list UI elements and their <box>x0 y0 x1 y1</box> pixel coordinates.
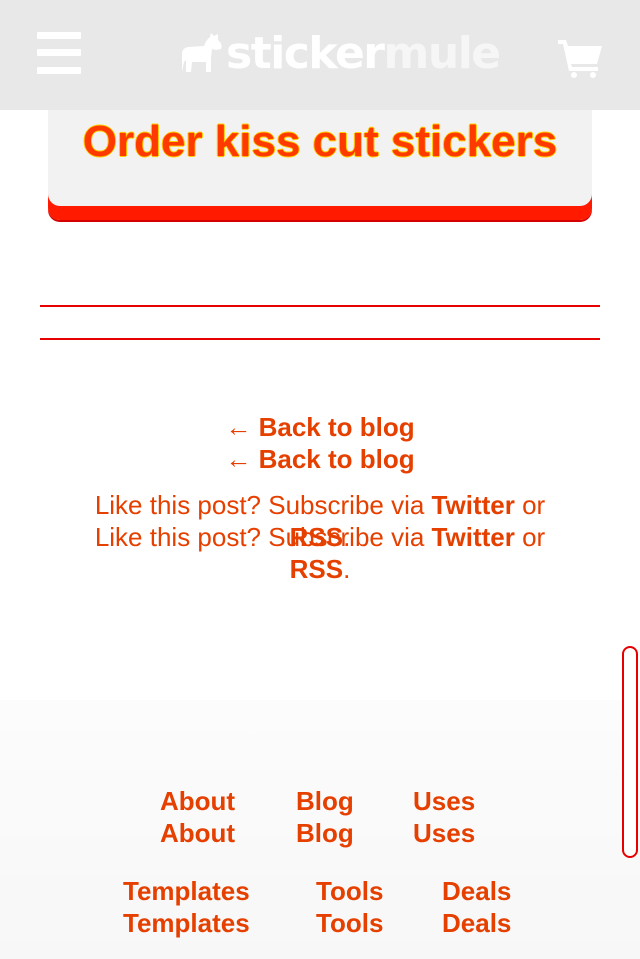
subscribe-prefix: Like this post? Subscribe via <box>94 522 432 552</box>
logo-text-sticker: sticker <box>226 28 385 79</box>
page: stickermule Order kiss cut stickers ← Ba… <box>0 0 640 959</box>
scrollbar-thumb[interactable] <box>622 646 638 858</box>
logo-text: stickermule <box>226 28 502 80</box>
footer-link-about[interactable]: About <box>160 785 235 817</box>
back-to-blog-link[interactable]: ← Back to blog <box>0 411 640 443</box>
subscribe-prefix: Like this post? Subscribe via <box>94 490 432 520</box>
or-text: or <box>514 522 546 552</box>
footer-link-templates[interactable]: Templates <box>123 875 250 907</box>
twitter-link[interactable]: Twitter <box>432 522 515 552</box>
footer-link-uses[interactable]: Uses <box>413 785 475 817</box>
stickermule-logo[interactable]: stickermule <box>178 28 502 80</box>
divider-line <box>40 305 600 307</box>
menu-bar <box>37 32 81 39</box>
hamburger-menu-icon[interactable] <box>37 32 81 74</box>
footer-link-deals[interactable]: Deals <box>442 875 511 907</box>
shopping-cart-icon[interactable] <box>556 36 604 78</box>
back-to-blog-link[interactable]: ← Back to blog <box>0 443 640 475</box>
rss-link[interactable]: RSS <box>290 554 343 584</box>
footer-link-about[interactable]: About <box>160 817 235 849</box>
footer-link-tools[interactable]: Tools <box>316 875 383 907</box>
divider-line <box>40 338 600 340</box>
footer-link-blog[interactable]: Blog <box>296 785 354 817</box>
logo-text-mule: mule <box>383 28 502 79</box>
footer-link-deals[interactable]: Deals <box>442 907 511 939</box>
subscribe-text: Like this post? Subscribe via Twitter or… <box>60 521 580 585</box>
twitter-link[interactable]: Twitter <box>432 490 515 520</box>
footer-link-templates[interactable]: Templates <box>123 907 250 939</box>
period-text: . <box>343 554 351 584</box>
footer-link-tools[interactable]: Tools <box>316 907 383 939</box>
footer-link-uses[interactable]: Uses <box>413 817 475 849</box>
menu-bar <box>37 67 81 74</box>
order-stickers-label: Order kiss cut stickers <box>82 117 558 166</box>
footer-link-blog[interactable]: Blog <box>296 817 354 849</box>
site-header: stickermule <box>0 0 640 110</box>
or-text: or <box>514 490 546 520</box>
menu-bar <box>37 49 81 56</box>
mule-logo-icon <box>182 33 222 72</box>
